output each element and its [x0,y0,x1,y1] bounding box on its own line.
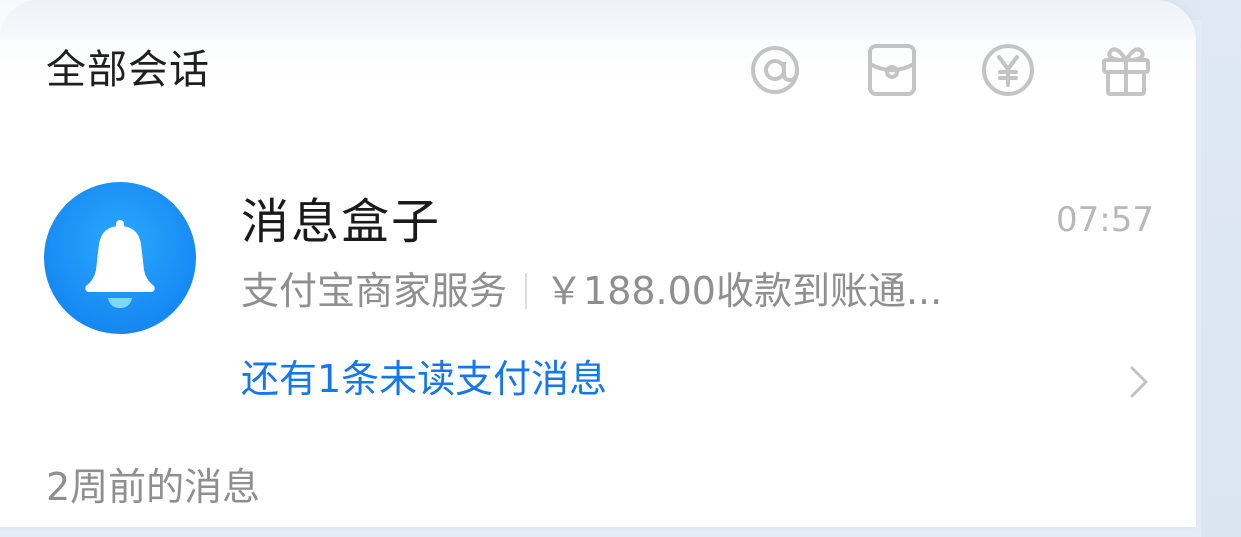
conversation-item-message-box[interactable]: 消息盒子 07:57 支付宝商家服务 ￥188.00收款到账通... 还有1条未… [0,170,1196,420]
panel-header-bg [0,0,1196,40]
preview-sender: 支付宝商家服务 [241,269,508,313]
conversation-time: 07:57 [1056,200,1154,240]
preview-text: ￥188.00收款到账通... [545,269,943,313]
gift-icon[interactable] [1096,40,1156,100]
preview-divider [525,273,528,309]
avatar [44,182,196,334]
right-edge [1201,0,1241,537]
page-title: 全部会话 [46,47,210,93]
at-icon[interactable] [745,40,805,100]
conversation-title: 消息盒子 [241,194,442,250]
unread-payment-link[interactable]: 还有1条未读支付消息 [241,354,607,404]
conversation-preview: 支付宝商家服务 ￥188.00收款到账通... [241,266,1121,316]
chevron-right-icon[interactable] [1124,362,1154,402]
header-toolbar [740,40,1170,100]
yuan-icon[interactable] [978,40,1038,100]
red-packet-icon[interactable] [862,40,922,100]
conversation-panel: 全部会话 消息盒子 07:57 支付宝商家服务 ￥188.00收款到账通... … [0,0,1196,527]
section-header-older-messages: 2周前的消息 [46,465,261,509]
bell-icon [85,220,155,308]
